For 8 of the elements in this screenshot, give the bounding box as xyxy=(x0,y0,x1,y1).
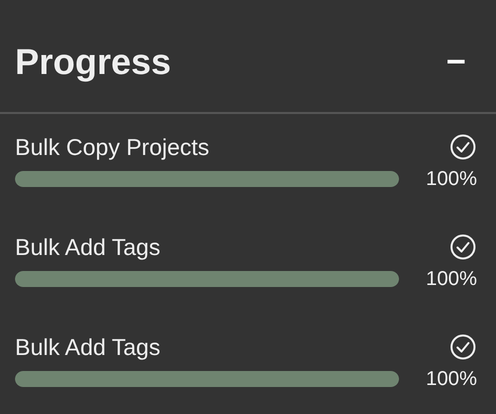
task-name: Bulk Add Tags xyxy=(15,233,160,262)
progress-percent: 100% xyxy=(426,267,477,292)
task-name: Bulk Copy Projects xyxy=(15,133,210,162)
task-name: Bulk Add Tags xyxy=(15,333,160,362)
panel-title: Progress xyxy=(15,40,172,84)
progress-percent: 100% xyxy=(426,367,477,392)
progress-percent: 100% xyxy=(426,167,477,192)
collapse-button[interactable]: − xyxy=(446,45,466,79)
